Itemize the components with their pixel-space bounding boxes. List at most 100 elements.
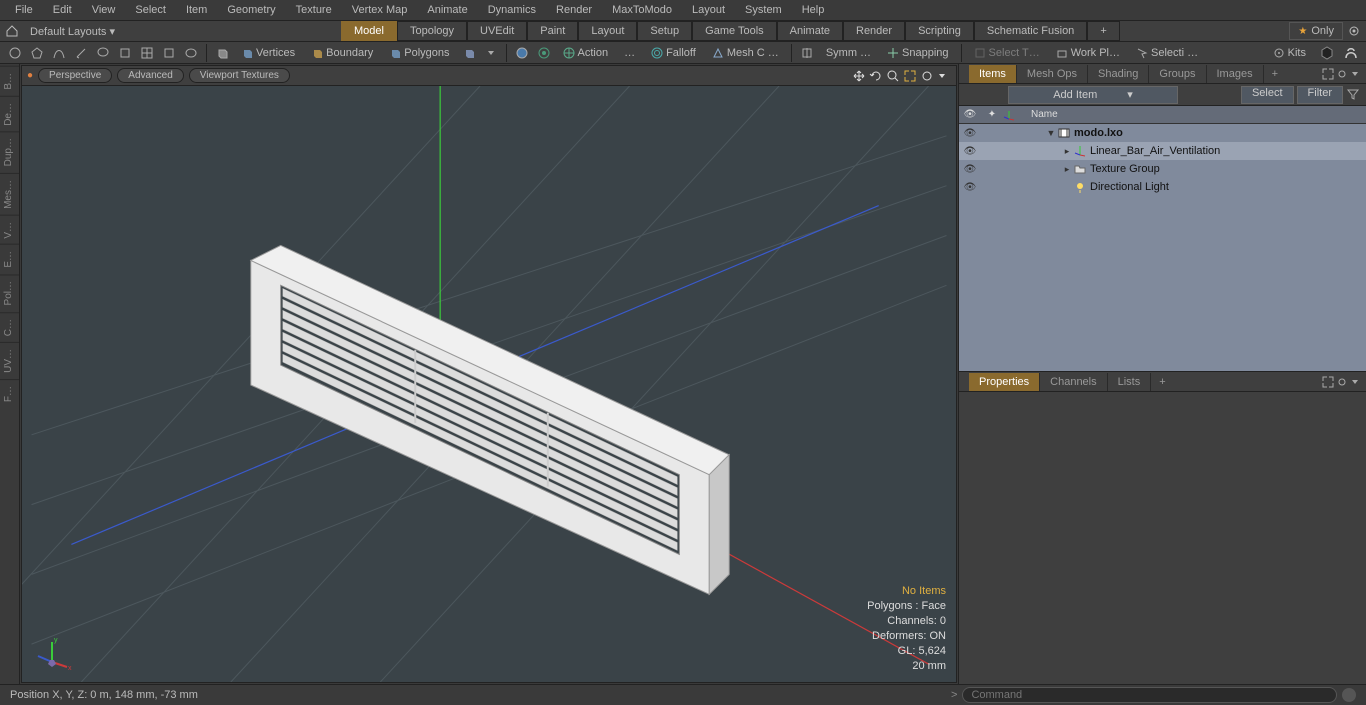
viewport-view-dropdown[interactable]: Perspective [38,68,112,83]
tool-mirror-icon[interactable] [797,44,817,62]
tab-properties[interactable]: Properties [969,373,1040,391]
selectt-button[interactable]: Select T… [967,44,1047,62]
tool-bezier-icon[interactable] [49,44,69,62]
menu-vertexmap[interactable]: Vertex Map [342,1,418,19]
col-axis-icon[interactable] [1003,109,1025,121]
tool-grid-icon[interactable] [137,44,157,62]
props-menu-icon[interactable] [1350,376,1362,388]
viewport-shading-dropdown[interactable]: Advanced [117,68,183,83]
panel-expand-icon[interactable] [1322,68,1334,80]
polygons-button[interactable]: Polygons [382,44,456,62]
side-tab-deform[interactable]: De… [0,96,19,132]
falloff-button[interactable]: Falloff [644,44,703,62]
layout-tab-paint[interactable]: Paint [527,21,578,41]
symm-button[interactable]: Symm … [819,44,878,62]
tool-pentagon-icon[interactable] [27,44,47,62]
tool-center-icon[interactable] [512,44,532,62]
kits-button[interactable]: Kits [1266,44,1313,62]
side-tab-basic[interactable]: B… [0,66,19,96]
viewport-canvas[interactable]: No Items Polygons : Face Channels: 0 Def… [22,86,956,682]
tool-cube-icon[interactable] [212,44,232,62]
tool-dropdown-icon[interactable] [481,44,501,62]
props-gear-icon[interactable] [1336,376,1348,388]
layout-tab-schematic[interactable]: Schematic Fusion [974,21,1087,41]
menu-view[interactable]: View [82,1,126,19]
layout-dropdown[interactable]: Default Layouts ▾ [24,23,121,40]
panel-gear-icon[interactable] [1336,68,1348,80]
meshc-button[interactable]: Mesh C … [705,44,786,62]
app-icon-1[interactable] [1317,44,1337,62]
layout-tab-add[interactable]: + [1087,21,1119,41]
tool-ellipse-icon[interactable] [181,44,201,62]
tab-plus[interactable]: + [1264,65,1286,83]
side-tab-uv[interactable]: UV… [0,342,19,379]
viewport-textures-dropdown[interactable]: Viewport Textures [189,68,290,83]
menu-system[interactable]: System [735,1,792,19]
menu-render[interactable]: Render [546,1,602,19]
layout-tab-model[interactable]: Model [341,21,397,41]
tab-groups[interactable]: Groups [1149,65,1206,83]
tool-select-icon[interactable] [115,44,135,62]
layout-tab-gametools[interactable]: Game Tools [692,21,777,41]
side-tab-dup[interactable]: Dup… [0,131,19,172]
selecti-button[interactable]: Selecti … [1129,44,1205,62]
tool-circle-icon[interactable] [5,44,25,62]
layout-tab-topology[interactable]: Topology [397,21,467,41]
menu-animate[interactable]: Animate [417,1,477,19]
select-button[interactable]: Select [1241,86,1294,104]
side-tab-edge[interactable]: E… [0,244,19,274]
add-item-button[interactable]: Add Item▾ [1008,86,1178,104]
tab-channels[interactable]: Channels [1040,373,1107,391]
tree-row-scene[interactable]: 👁 ▼ modo.lxo [959,124,1366,142]
layout-tab-render[interactable]: Render [843,21,905,41]
tool-material-icon[interactable] [459,44,479,62]
funnel-icon[interactable] [1346,87,1362,103]
vp-gear-icon[interactable] [920,69,934,83]
side-tab-curve[interactable]: C… [0,312,19,342]
layout-tab-setup[interactable]: Setup [637,21,692,41]
tool-target-icon[interactable] [534,44,554,62]
tool-lasso-icon[interactable] [93,44,113,62]
vp-zoom-icon[interactable] [886,69,900,83]
axis-widget[interactable]: x y [32,632,72,672]
action-button[interactable]: Action [556,44,616,62]
vp-move-icon[interactable] [852,69,866,83]
side-tab-poly[interactable]: Pol… [0,274,19,311]
menu-select[interactable]: Select [125,1,176,19]
menu-texture[interactable]: Texture [286,1,342,19]
action-ellipsis[interactable]: … [617,44,642,62]
menu-geometry[interactable]: Geometry [217,1,285,19]
app-icon-2[interactable] [1341,44,1361,62]
menu-item[interactable]: Item [176,1,217,19]
side-tab-vertex[interactable]: V… [0,215,19,245]
menu-file[interactable]: File [5,1,43,19]
menu-edit[interactable]: Edit [43,1,82,19]
boundary-button[interactable]: Boundary [304,44,380,62]
layout-tab-animate[interactable]: Animate [777,21,843,41]
gear-icon[interactable] [1347,24,1361,38]
only-button[interactable]: ★Only [1289,22,1343,40]
tool-pen-icon[interactable] [71,44,91,62]
side-tab-f[interactable]: F… [0,379,19,408]
col-plus-icon[interactable]: ✦ [981,109,1003,120]
snapping-button[interactable]: Snapping [880,44,956,62]
tree-row-texgroup[interactable]: 👁 ▸ Texture Group [959,160,1366,178]
vp-menu-icon[interactable] [937,69,951,83]
layout-tab-layout[interactable]: Layout [578,21,637,41]
layout-tab-uvedit[interactable]: UVEdit [467,21,527,41]
cmd-indicator-icon[interactable] [1342,688,1356,702]
menu-layout[interactable]: Layout [682,1,735,19]
props-expand-icon[interactable] [1322,376,1334,388]
tab-lists[interactable]: Lists [1108,373,1152,391]
tab-images[interactable]: Images [1207,65,1264,83]
vp-maximize-icon[interactable] [903,69,917,83]
tab-shading[interactable]: Shading [1088,65,1149,83]
tool-box-icon[interactable] [159,44,179,62]
tab-meshops[interactable]: Mesh Ops [1017,65,1088,83]
tree-row-mesh[interactable]: 👁 ▸ Linear_Bar_Air_Ventilation [959,142,1366,160]
props-tab-plus[interactable]: + [1151,373,1173,391]
vp-rotate-icon[interactable] [869,69,883,83]
home-icon[interactable] [5,25,19,37]
side-tab-mesh[interactable]: Mes… [0,173,19,215]
command-input[interactable] [962,687,1337,703]
